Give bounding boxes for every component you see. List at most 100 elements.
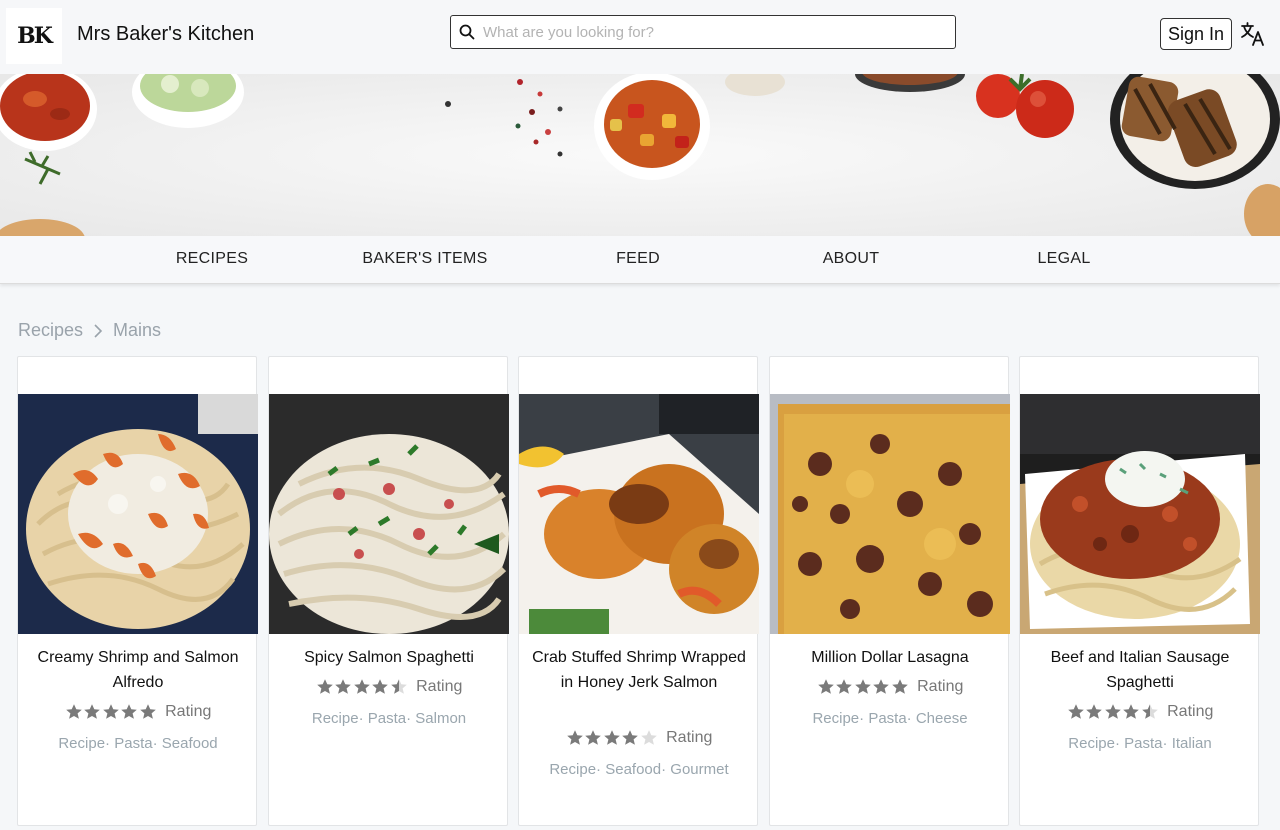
star-rating <box>1067 703 1160 721</box>
search-icon <box>459 24 475 40</box>
recipe-title[interactable]: Spicy Salmon Spaghetti <box>279 645 499 670</box>
star-filled-icon <box>622 730 638 745</box>
rating-row: Rating <box>519 729 759 747</box>
nav-recipes[interactable]: RECIPES <box>176 250 248 268</box>
recipe-tag[interactable]: Pasta <box>368 710 406 727</box>
star-filled-icon <box>1104 704 1121 719</box>
rating-label: Rating <box>666 729 713 746</box>
star-filled-icon <box>335 679 351 694</box>
recipe-tag[interactable]: Cheese <box>916 710 968 727</box>
tag-separator: · <box>661 761 671 778</box>
site-logo[interactable]: BK <box>6 8 62 64</box>
recipe-tags: Recipe· Pasta· Seafood <box>18 735 258 752</box>
star-filled-icon <box>603 730 620 745</box>
rating-label: Rating <box>165 703 212 720</box>
rating-label: Rating <box>416 678 463 695</box>
recipe-tag[interactable]: Seafood <box>605 761 661 778</box>
recipe-card[interactable]: Beef and Italian Sausage Spaghetti Ratin… <box>1019 356 1260 826</box>
star-filled-icon <box>372 679 388 694</box>
recipe-photo[interactable] <box>1020 394 1260 634</box>
tag-separator: · <box>152 735 162 752</box>
recipe-photo[interactable] <box>269 394 509 634</box>
rating-label: Rating <box>1167 703 1214 720</box>
breadcrumb-mains: Mains <box>113 320 162 340</box>
tag-separator: · <box>1114 735 1125 752</box>
star-filled-icon <box>353 679 370 694</box>
star-filled-icon <box>836 679 852 694</box>
translate-icon[interactable] <box>1240 21 1266 47</box>
hero-banner-image <box>0 74 1280 236</box>
main-nav: RECIPES BAKER'S ITEMS FEED ABOUT LEGAL <box>0 236 1280 284</box>
star-filled-icon <box>585 730 601 745</box>
star-rating <box>817 678 910 696</box>
recipe-tag[interactable]: Italian <box>1172 735 1212 752</box>
star-filled-icon <box>121 704 137 719</box>
tag-separator: · <box>105 735 115 752</box>
recipe-tags: Recipe· Pasta· Salmon <box>269 710 509 727</box>
search-box[interactable] <box>450 15 956 49</box>
star-half-icon <box>390 679 407 694</box>
recipe-tag[interactable]: Pasta <box>868 710 906 727</box>
recipe-tag[interactable]: Recipe <box>549 761 596 778</box>
recipe-tag[interactable]: Seafood <box>162 735 218 752</box>
star-filled-icon <box>316 679 333 694</box>
recipe-title[interactable]: Million Dollar Lasagna <box>780 645 1000 670</box>
recipe-card[interactable]: Crab Stuffed Shrimp Wrapped in Honey Jer… <box>518 356 759 826</box>
recipe-card[interactable]: Spicy Salmon Spaghetti Rating Recipe· Pa… <box>268 356 509 826</box>
site-title[interactable]: Mrs Baker's Kitchen <box>77 23 254 46</box>
tag-separator: · <box>906 710 916 727</box>
recipe-card[interactable]: Creamy Shrimp and Salmon Alfredo Rating … <box>17 356 258 826</box>
tag-separator: · <box>406 710 416 727</box>
star-filled-icon <box>84 704 100 719</box>
chevron-right-icon <box>94 323 103 338</box>
recipe-tag[interactable]: Recipe <box>812 710 859 727</box>
star-empty-icon <box>640 730 657 745</box>
recipe-tag[interactable]: Recipe <box>1068 735 1115 752</box>
recipe-tag[interactable]: Gourmet <box>670 761 728 778</box>
star-filled-icon <box>102 704 119 719</box>
breadcrumb-recipes[interactable]: Recipes <box>18 320 83 341</box>
recipe-photo[interactable] <box>519 394 759 634</box>
star-filled-icon <box>65 704 82 719</box>
rating-row: Rating <box>770 678 1010 696</box>
star-filled-icon <box>1067 704 1084 719</box>
nav-about[interactable]: ABOUT <box>823 250 880 268</box>
recipe-title[interactable]: Creamy Shrimp and Salmon Alfredo <box>28 645 248 695</box>
star-filled-icon <box>139 704 156 719</box>
recipe-photo[interactable] <box>770 394 1010 634</box>
star-filled-icon <box>1086 704 1102 719</box>
rating-row: Rating <box>18 703 258 721</box>
star-rating <box>65 703 158 721</box>
star-filled-icon <box>873 679 889 694</box>
sign-in-button[interactable]: Sign In <box>1160 18 1232 50</box>
nav-legal[interactable]: LEGAL <box>1037 250 1090 268</box>
star-filled-icon <box>817 679 834 694</box>
recipe-tag[interactable]: Recipe <box>312 710 359 727</box>
star-filled-icon <box>566 730 583 745</box>
recipe-tag[interactable]: Recipe <box>58 735 105 752</box>
star-filled-icon <box>1123 704 1139 719</box>
tag-separator: · <box>358 710 368 727</box>
rating-row: Rating <box>269 678 509 696</box>
star-rating <box>316 678 409 696</box>
rating-row: Rating <box>1020 703 1260 721</box>
rating-label: Rating <box>917 678 964 695</box>
recipe-tags: Recipe· Pasta· Italian <box>1020 735 1260 752</box>
recipe-title[interactable]: Beef and Italian Sausage Spaghetti <box>1030 645 1250 695</box>
site-header: BK Mrs Baker's Kitchen Sign In <box>0 0 1280 74</box>
recipe-tag[interactable]: Pasta <box>114 735 152 752</box>
star-half-icon <box>1141 704 1158 719</box>
recipe-card[interactable]: Million Dollar Lasagna Rating Recipe· Pa… <box>769 356 1010 826</box>
recipe-tag[interactable]: Pasta <box>1124 735 1162 752</box>
nav-feed[interactable]: FEED <box>616 250 660 268</box>
star-rating <box>566 729 659 747</box>
breadcrumb: Recipes Mains <box>18 320 161 341</box>
tag-separator: · <box>596 761 606 778</box>
recipe-tag[interactable]: Salmon <box>415 710 466 727</box>
recipe-photo[interactable] <box>18 394 258 634</box>
star-filled-icon <box>891 679 908 694</box>
recipe-title[interactable]: Crab Stuffed Shrimp Wrapped in Honey Jer… <box>529 645 749 695</box>
nav-bakers-items[interactable]: BAKER'S ITEMS <box>362 250 487 268</box>
search-input[interactable] <box>483 16 943 48</box>
tag-separator: · <box>859 710 869 727</box>
